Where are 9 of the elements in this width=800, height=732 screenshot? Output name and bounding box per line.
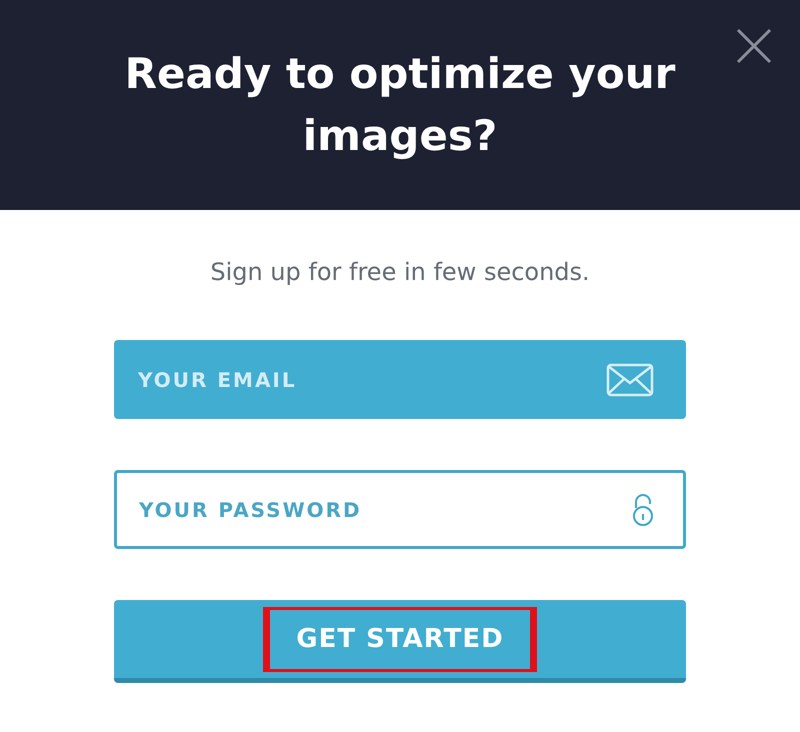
- dialog-title: Ready to optimize your images?: [124, 48, 676, 162]
- close-button[interactable]: [734, 26, 774, 66]
- password-field[interactable]: YOUR PASSWORD: [114, 470, 686, 549]
- lock-icon: [632, 492, 654, 526]
- subtitle: Sign up for free in few seconds.: [209, 257, 591, 288]
- highlight-frame: GET STARTED: [263, 606, 537, 672]
- envelope-icon: [606, 362, 654, 396]
- get-started-button[interactable]: GET STARTED: [114, 600, 686, 683]
- email-field[interactable]: YOUR EMAIL: [114, 340, 686, 419]
